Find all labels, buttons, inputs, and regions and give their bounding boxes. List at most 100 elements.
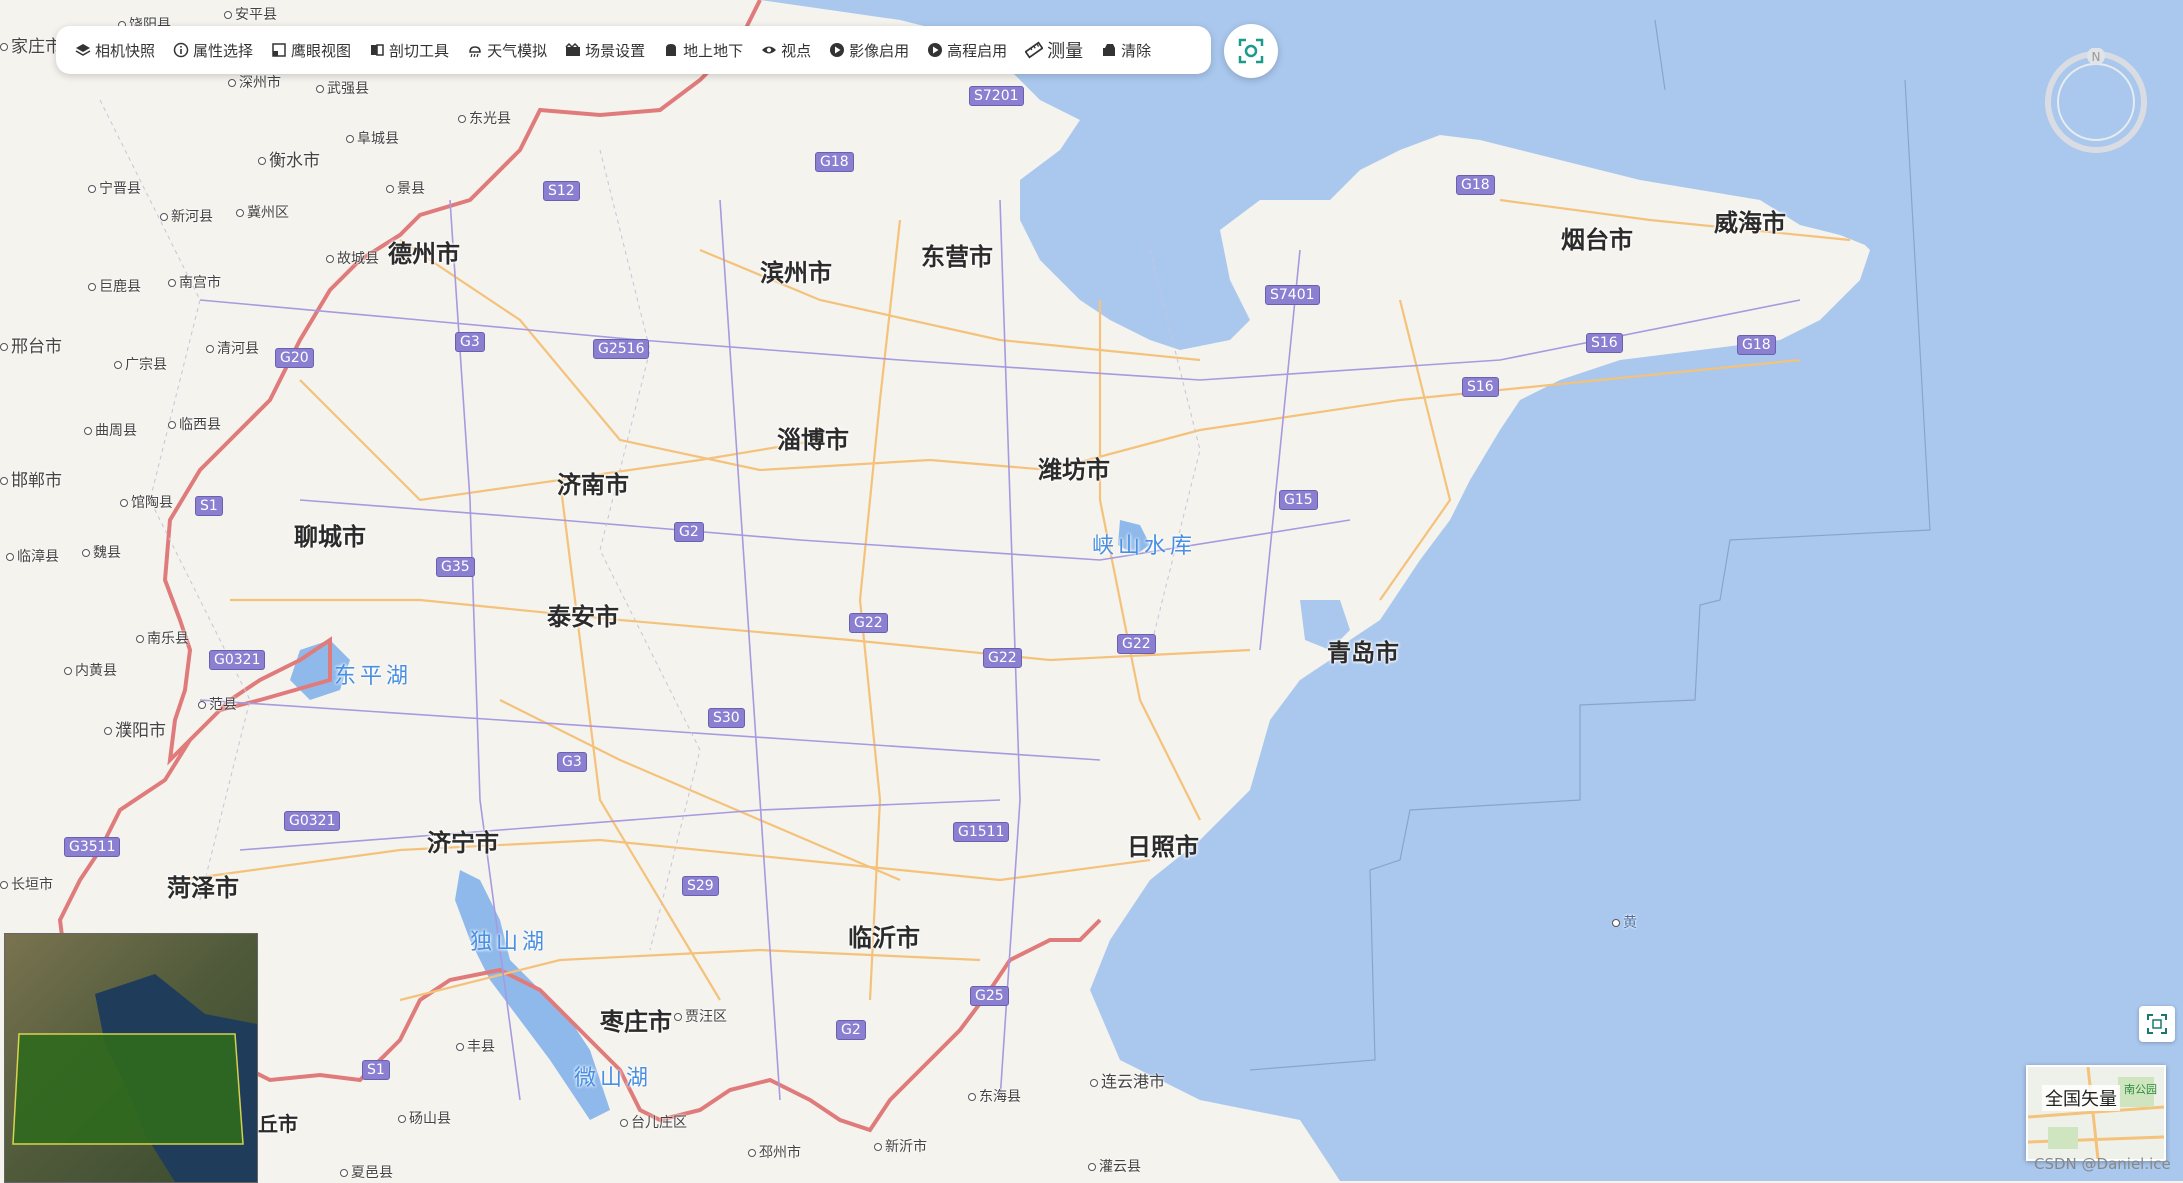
fullscreen-button[interactable] — [2139, 1006, 2175, 1042]
county-label: 巨鹿县 — [88, 276, 141, 296]
city-label: 日照市 — [1127, 833, 1199, 861]
road-shield: G20 — [275, 348, 314, 368]
road-shield: S1 — [362, 1060, 390, 1080]
county-label: 灌云县 — [1088, 1156, 1141, 1176]
county-label: 新河县 — [160, 206, 213, 226]
clear-button[interactable]: 清除 — [1101, 40, 1151, 61]
county-label: 濮阳市 — [104, 716, 166, 741]
county-label: 东海县 — [968, 1086, 1021, 1106]
compass-widget[interactable]: N — [2042, 48, 2150, 156]
weather-simulation-button[interactable]: 天气模拟 — [467, 40, 547, 61]
road-shield: G3 — [557, 752, 587, 772]
overview-map[interactable] — [4, 933, 258, 1183]
tool-label: 高程启用 — [947, 41, 1008, 60]
imagery-enable-button[interactable]: 影像启用 — [829, 40, 909, 61]
road-shield: G35 — [436, 557, 475, 577]
road-shield: G18 — [1456, 175, 1495, 195]
sea-label: 黄 — [1612, 912, 1637, 932]
county-label: 广宗县 — [114, 354, 167, 374]
above-underground-button[interactable]: 地上地下 — [663, 40, 743, 61]
county-label: 贾汪区 — [674, 1006, 727, 1026]
play-icon — [928, 43, 943, 57]
county-label: 邯郸市 — [0, 466, 62, 491]
county-label: 魏县 — [82, 542, 121, 562]
county-label: 南乐县 — [136, 628, 189, 648]
county-label: 故城县 — [326, 248, 379, 268]
county-label: 邳州市 — [748, 1142, 801, 1162]
road-shield: G25 — [970, 986, 1009, 1006]
county-label: 南宫市 — [168, 272, 221, 292]
county-label: 衡水市 — [258, 146, 320, 171]
county-label: 内黄县 — [64, 660, 117, 680]
city-label: 济宁市 — [427, 829, 499, 857]
measure-button[interactable]: 测量 — [1025, 37, 1083, 63]
road-shield: G2 — [836, 1020, 866, 1040]
lake-label: 东平湖 — [334, 664, 413, 689]
county-label: 清河县 — [206, 338, 259, 358]
underground-icon — [666, 44, 677, 56]
county-label: 临漳县 — [6, 546, 59, 566]
road-shield: G0321 — [284, 811, 341, 831]
city-label: 潍坊市 — [1038, 456, 1110, 484]
clip-icon — [371, 44, 384, 56]
county-label: 砀山县 — [398, 1108, 451, 1128]
basemap-switcher[interactable]: 全国矢量 南公园 — [2026, 1065, 2166, 1161]
road-shield: S12 — [543, 181, 580, 201]
road-shield: S7201 — [969, 86, 1024, 106]
city-label: 丘市 — [258, 1112, 298, 1136]
road-shield: S1 — [195, 496, 223, 516]
tool-label: 影像启用 — [849, 41, 910, 60]
lake-label: 峡山水库 — [1092, 534, 1197, 559]
road-shield: G22 — [1117, 634, 1156, 654]
city-label: 济南市 — [557, 471, 629, 499]
county-label: 连云港市 — [1090, 1068, 1165, 1092]
tool-label: 天气模拟 — [487, 41, 548, 60]
county-label: 夏邑县 — [340, 1162, 393, 1182]
county-label: 新沂市 — [874, 1136, 927, 1156]
county-label: 丰县 — [456, 1036, 495, 1056]
camera-snapshot-button[interactable]: 相机快照 — [75, 40, 155, 61]
compass-north-label: N — [2092, 50, 2101, 64]
fullscreen-icon — [2147, 1014, 2167, 1034]
viewpoint-button[interactable]: 视点 — [761, 40, 811, 61]
road-shield: G3511 — [64, 837, 121, 857]
road-shield: G15 — [1279, 490, 1318, 510]
tool-label: 属性选择 — [193, 41, 254, 60]
capture-button[interactable] — [1224, 24, 1278, 78]
county-label: 馆陶县 — [120, 492, 173, 512]
city-label: 菏泽市 — [167, 874, 239, 902]
tool-label: 剖切工具 — [389, 41, 450, 60]
county-label: 东光县 — [458, 108, 511, 128]
weather-icon — [469, 46, 481, 58]
county-label: 曲周县 — [84, 420, 137, 440]
road-shield: G0321 — [209, 650, 266, 670]
info-icon — [173, 42, 189, 58]
overview-view-button[interactable]: 鹰眼视图 — [271, 40, 351, 61]
county-label: 宁晋县 — [88, 178, 141, 198]
map-canvas[interactable] — [0, 0, 2183, 1181]
lake-label: 微山湖 — [574, 1066, 653, 1091]
clip-tool-button[interactable]: 剖切工具 — [369, 40, 449, 61]
city-label: 淄博市 — [777, 426, 849, 454]
tool-label: 相机快照 — [95, 41, 156, 60]
tool-label: 测量 — [1047, 41, 1084, 62]
tool-label: 视点 — [781, 41, 812, 60]
road-shield: G22 — [849, 613, 888, 633]
scene-settings-button[interactable]: 场景设置 — [565, 40, 645, 61]
road-shield: S7401 — [1265, 285, 1320, 305]
road-shield: S16 — [1586, 333, 1623, 353]
road-shield: G22 — [983, 648, 1022, 668]
watermark-text: CSDN @Daniel.ice — [2034, 1155, 2171, 1173]
elevation-enable-button[interactable]: 高程启用 — [927, 40, 1007, 61]
city-label: 烟台市 — [1561, 226, 1633, 254]
county-label: 武强县 — [316, 78, 369, 98]
county-label: 安平县 — [224, 4, 277, 24]
attribute-select-button[interactable]: 属性选择 — [173, 40, 253, 61]
county-label: 范县 — [198, 694, 237, 714]
county-label: 临西县 — [168, 414, 221, 434]
road-shield: G18 — [815, 152, 854, 172]
county-label: 邢台市 — [0, 332, 62, 357]
scene-icon — [565, 42, 581, 56]
county-label: 冀州区 — [236, 202, 289, 222]
county-label: 阜城县 — [346, 128, 399, 148]
